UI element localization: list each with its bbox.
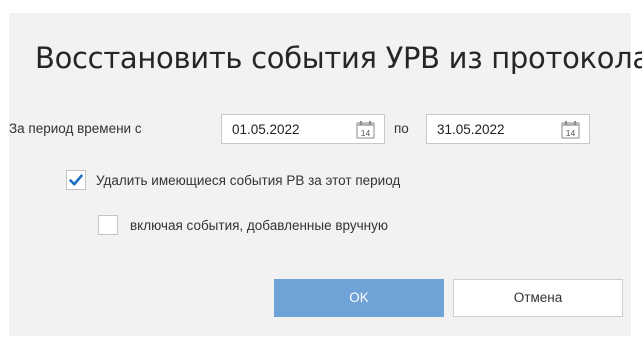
calendar-icon[interactable]: 14	[356, 120, 375, 139]
calendar-icon[interactable]: 14	[561, 120, 580, 139]
cancel-button[interactable]: Отмена	[453, 279, 623, 317]
ok-button[interactable]: OK	[274, 279, 444, 317]
delete-existing-label[interactable]: Удалить имеющиеся события РВ за этот пер…	[96, 173, 400, 188]
restore-events-dialog: Восстановить события УРВ из протокола За…	[9, 13, 642, 336]
delete-existing-checkbox[interactable]	[66, 170, 86, 190]
checkmark-icon	[69, 174, 83, 186]
date-from-field[interactable]: 01.05.2022 14	[221, 114, 385, 144]
include-manual-label[interactable]: включая события, добавленные вручную	[130, 218, 388, 233]
period-label: За период времени с	[9, 121, 142, 136]
include-manual-checkbox[interactable]	[98, 215, 118, 235]
calendar-day-text: 14	[361, 128, 371, 138]
date-to-field[interactable]: 31.05.2022 14	[426, 114, 590, 144]
date-from-value: 01.05.2022	[232, 122, 300, 137]
calendar-day-text: 14	[566, 128, 576, 138]
date-to-value: 31.05.2022	[437, 122, 505, 137]
dialog-title: Восстановить события УРВ из протокола	[35, 41, 642, 75]
to-label: по	[394, 121, 409, 136]
